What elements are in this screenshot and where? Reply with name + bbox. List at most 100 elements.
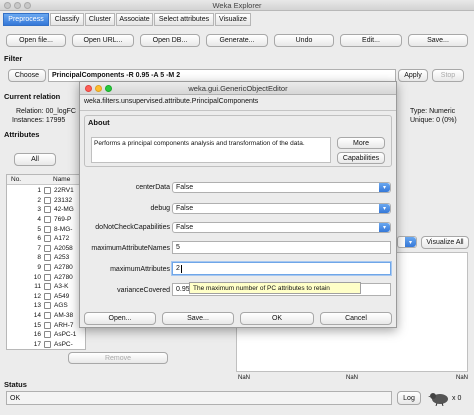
list-item[interactable]: 6 A172 bbox=[7, 234, 85, 244]
tab-visualize[interactable]: Visualize bbox=[215, 13, 251, 26]
donotcheckcapabilities-select[interactable]: False ▾ bbox=[172, 222, 391, 233]
attr-checkbox[interactable] bbox=[44, 196, 51, 204]
list-item[interactable]: 16 AsPC-1 bbox=[7, 330, 85, 340]
list-item[interactable]: 12 A549 bbox=[7, 292, 85, 302]
open-url-button[interactable]: Open URL... bbox=[72, 34, 134, 47]
attr-checkbox[interactable] bbox=[44, 254, 51, 262]
attr-name: A3-K bbox=[54, 283, 69, 291]
status-bar: OK bbox=[6, 391, 392, 405]
attr-checkbox[interactable] bbox=[44, 312, 51, 320]
tab-classify[interactable]: Classify bbox=[50, 13, 84, 26]
dialog-separator bbox=[80, 110, 396, 111]
list-item[interactable]: 3 42-MG bbox=[7, 205, 85, 215]
maximumattributenames-label: maximumAttributeNames bbox=[91, 245, 170, 252]
maximumattributenames-field[interactable]: 5 bbox=[172, 241, 391, 254]
chevron-down-icon: ▾ bbox=[379, 223, 390, 232]
attr-name: A2780 bbox=[54, 264, 73, 272]
attr-checkbox[interactable] bbox=[44, 225, 51, 233]
attr-number: 16 bbox=[33, 331, 41, 339]
dialog-open-button[interactable]: Open... bbox=[84, 312, 156, 325]
undo-button[interactable]: Undo bbox=[274, 34, 334, 47]
tooltip: The maximum number of PC attributes to r… bbox=[189, 282, 361, 294]
attr-checkbox[interactable] bbox=[44, 187, 51, 195]
all-button[interactable]: All bbox=[14, 153, 56, 166]
attr-checkbox[interactable] bbox=[44, 321, 51, 329]
attr-number: 7 bbox=[37, 244, 41, 252]
instances-count: Instances: 17995 bbox=[12, 117, 66, 124]
list-item[interactable]: 17 AsPC- bbox=[7, 340, 85, 349]
attr-checkbox[interactable] bbox=[44, 331, 51, 339]
open-db-button[interactable]: Open DB... bbox=[140, 34, 200, 47]
list-item[interactable]: 9 A2780 bbox=[7, 263, 85, 273]
list-item[interactable]: 15 ARH-7 bbox=[7, 320, 85, 330]
attr-checkbox[interactable] bbox=[44, 264, 51, 272]
dialog-ok-button[interactable]: OK bbox=[240, 312, 314, 325]
generic-object-editor-dialog: weka.gui.GenericObjectEditor weka.filter… bbox=[79, 81, 397, 328]
variancecovered-label: varianceCovered bbox=[117, 287, 170, 294]
tab-associate[interactable]: Associate bbox=[116, 13, 153, 26]
attributes-label: Attributes bbox=[4, 130, 40, 139]
about-text: Performs a principal components analysis… bbox=[91, 137, 331, 163]
list-item[interactable]: 13 AGS bbox=[7, 301, 85, 311]
col-name-header: Name bbox=[53, 176, 71, 183]
choose-button[interactable]: Choose bbox=[8, 69, 46, 82]
attr-name: A2058 bbox=[54, 244, 73, 252]
list-item[interactable]: 10 A2780 bbox=[7, 272, 85, 282]
tab-cluster[interactable]: Cluster bbox=[85, 13, 115, 26]
debug-value: False bbox=[176, 205, 194, 212]
list-item[interactable]: 1 22RV1 bbox=[7, 186, 85, 196]
maximumattributes-field[interactable]: 2 bbox=[172, 262, 391, 275]
attr-name: 8-MG- bbox=[54, 225, 73, 233]
centerdata-label: centerData bbox=[135, 184, 170, 191]
attr-checkbox[interactable] bbox=[44, 292, 51, 300]
attr-checkbox[interactable] bbox=[44, 244, 51, 252]
dialog-cancel-button[interactable]: Cancel bbox=[320, 312, 392, 325]
attributes-list: 1 22RV1 2 23132 3 42-MG 4 769-P 5 8-MG- 6 A172 7 A205… bbox=[7, 186, 85, 349]
visualize-all-button[interactable]: Visualize All bbox=[421, 236, 469, 249]
attr-number: 17 bbox=[33, 340, 41, 348]
attr-name: 22RV1 bbox=[54, 187, 74, 195]
title-bar: Weka Explorer bbox=[0, 0, 474, 11]
list-item[interactable]: 4 769-P bbox=[7, 215, 85, 225]
attr-checkbox[interactable] bbox=[44, 273, 51, 281]
save-button[interactable]: Save... bbox=[408, 34, 468, 47]
class-select[interactable]: ▾ bbox=[397, 236, 417, 248]
list-item[interactable]: 2 23132 bbox=[7, 196, 85, 206]
list-item[interactable]: 5 8-MG- bbox=[7, 224, 85, 234]
list-item[interactable]: 14 AM-38 bbox=[7, 311, 85, 321]
maximumattributes-label: maximumAttributes bbox=[110, 266, 170, 273]
attr-number: 12 bbox=[33, 292, 41, 300]
attr-checkbox[interactable] bbox=[44, 206, 51, 214]
generate-button[interactable]: Generate... bbox=[206, 34, 268, 47]
more-button[interactable]: More bbox=[337, 137, 385, 149]
attr-number: 14 bbox=[33, 312, 41, 320]
centerdata-select[interactable]: False ▾ bbox=[172, 182, 391, 193]
attr-name: AsPC- bbox=[54, 340, 73, 348]
dialog-save-button[interactable]: Save... bbox=[162, 312, 234, 325]
list-item[interactable]: 8 A253 bbox=[7, 253, 85, 263]
attr-number: 9 bbox=[37, 264, 41, 272]
donotcheckcapabilities-value: False bbox=[176, 224, 194, 231]
capabilities-button[interactable]: Capabilities bbox=[337, 152, 385, 164]
tab-select-attributes[interactable]: Select attributes bbox=[154, 13, 214, 26]
attr-checkbox[interactable] bbox=[44, 216, 51, 224]
log-button[interactable]: Log bbox=[397, 391, 421, 405]
debug-select[interactable]: False ▾ bbox=[172, 203, 391, 214]
attr-unique: Unique: 0 (0%) bbox=[410, 117, 457, 124]
open-file-button[interactable]: Open file... bbox=[6, 34, 66, 47]
apply-button[interactable]: Apply bbox=[398, 69, 428, 82]
attr-checkbox[interactable] bbox=[44, 235, 51, 243]
attr-checkbox[interactable] bbox=[44, 302, 51, 310]
col-no-header: No. bbox=[11, 176, 22, 183]
attr-number: 11 bbox=[34, 283, 41, 291]
attr-checkbox[interactable] bbox=[44, 340, 51, 348]
list-item[interactable]: 11 A3-K bbox=[7, 282, 85, 292]
debug-label: debug bbox=[150, 205, 170, 212]
list-item[interactable]: 7 A2058 bbox=[7, 244, 85, 254]
attr-name: A253 bbox=[54, 254, 70, 262]
attr-name: 23132 bbox=[54, 196, 73, 204]
edit-button[interactable]: Edit... bbox=[340, 34, 402, 47]
tab-preprocess[interactable]: Preprocess bbox=[3, 13, 49, 26]
attr-checkbox[interactable] bbox=[44, 283, 51, 291]
attr-number: 1 bbox=[37, 187, 41, 195]
